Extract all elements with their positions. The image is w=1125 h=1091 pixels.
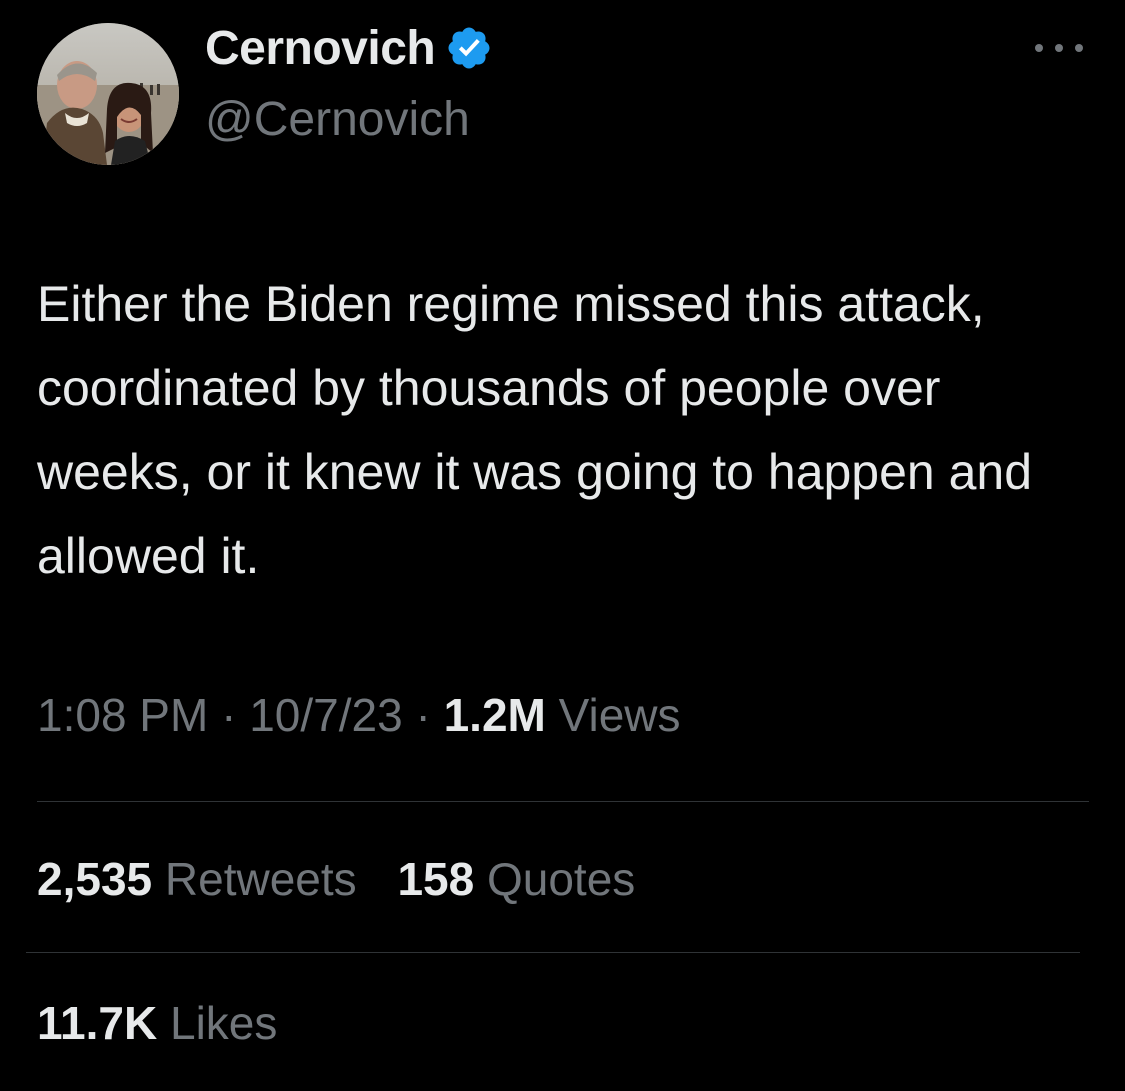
tweet-metadata: 1:08 PM · 10/7/23 · 1.2M Views — [37, 688, 681, 742]
divider — [37, 801, 1089, 802]
retweets-count: 2,535 — [37, 853, 153, 905]
author-display-name[interactable]: Cernovich — [205, 21, 436, 76]
tweet-date[interactable]: 10/7/23 — [249, 689, 402, 741]
avatar[interactable] — [37, 23, 179, 165]
verified-badge-icon[interactable] — [445, 23, 495, 73]
tweet-detail: Cernovich @Cernovich Either the Biden re… — [0, 0, 1125, 1091]
divider — [26, 952, 1080, 953]
likes-label: Likes — [170, 997, 278, 1049]
views-label: Views — [558, 689, 681, 741]
likes-stats-row: 11.7K Likes — [37, 996, 305, 1050]
engagement-stats-row: 2,535 Retweets 158 Quotes — [37, 852, 663, 906]
quotes-stat[interactable]: 158 Quotes — [397, 853, 635, 905]
views-count: 1.2M — [443, 689, 546, 741]
more-options-icon[interactable] — [1035, 30, 1083, 66]
author-name-row: Cernovich — [205, 20, 495, 76]
meta-separator: · — [415, 689, 431, 741]
retweets-label: Retweets — [164, 853, 357, 905]
quotes-label: Quotes — [486, 853, 636, 905]
profile-photo-icon — [37, 23, 179, 165]
meta-separator: · — [221, 689, 237, 741]
likes-stat[interactable]: 11.7K Likes — [37, 997, 277, 1049]
likes-count: 11.7K — [37, 997, 158, 1049]
quotes-count: 158 — [397, 853, 475, 905]
tweet-text: Either the Biden regime missed this atta… — [37, 276, 1033, 584]
tweet-time[interactable]: 1:08 PM — [37, 689, 208, 741]
author-handle[interactable]: @Cernovich — [205, 92, 470, 147]
retweets-stat[interactable]: 2,535 Retweets — [37, 853, 369, 905]
